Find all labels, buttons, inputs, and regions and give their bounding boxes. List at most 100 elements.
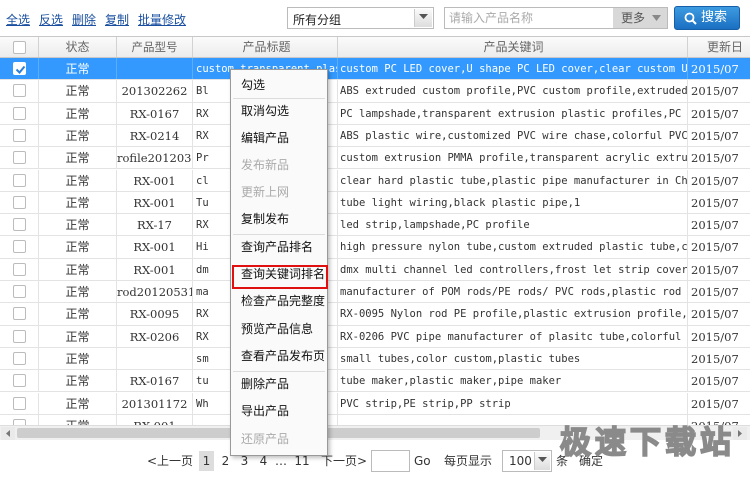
table-row[interactable]: 正常 RX-001 Hi high pressure nylon tube,custo… — [0, 236, 750, 259]
table-row[interactable]: 正常 RX-0095 RX RX-0095 Nylon rod PE profile,… — [0, 303, 750, 326]
cell-updated: 2015/07 — [688, 236, 750, 257]
row-checkbox-cell — [0, 80, 39, 102]
menu-item[interactable]: 查询关键词排名 — [231, 262, 327, 286]
per-page-select[interactable]: 100 — [502, 450, 552, 472]
table-row[interactable]: 正常rod201205311mamanufacturer of POM rods… — [0, 281, 750, 304]
row-checkbox[interactable] — [13, 240, 26, 254]
cell-model: RX-0214 — [117, 124, 193, 147]
table-row[interactable]: 正常 201301172 Wh PVC strip,PE strip,PP strip… — [0, 392, 750, 415]
horizontal-scrollbar[interactable] — [0, 425, 750, 440]
row-checkbox[interactable] — [13, 262, 26, 276]
row-checkbox[interactable] — [13, 329, 26, 343]
delete-link[interactable]: 删除 — [72, 11, 96, 28]
table-row[interactable]: 正常 RX-0167 RX PC lampshade,transparent extr… — [0, 102, 750, 125]
row-checkbox[interactable] — [13, 218, 26, 232]
table-row[interactable]: 正常 RX-0167 tu tube maker,plastic maker,pipe… — [0, 370, 750, 393]
row-checkbox-cell — [0, 58, 39, 80]
row-checkbox[interactable] — [13, 396, 26, 410]
pagination: <上一页 1 2 3 4 … 11 下一页> Go 每页显示 100 条 确定 — [0, 441, 750, 480]
menu-item[interactable]: 导出产品 — [231, 399, 327, 423]
table-row[interactable]: 正常 RX-001 dm dmx multi channel led controll… — [0, 258, 750, 281]
cell-model: 201301172 — [117, 392, 193, 414]
per-page-label: 每页显示 — [444, 454, 493, 468]
batch-edit-link[interactable]: 批量修改 — [138, 11, 186, 28]
row-checkbox[interactable] — [13, 151, 26, 165]
row-checkbox-cell — [0, 214, 39, 236]
table-row[interactable]: 正常 RX-001 Tu tube light wiring,black plasti… — [0, 191, 750, 215]
search-button-label: 搜索 — [701, 10, 728, 25]
search-button[interactable]: 搜索 — [674, 6, 740, 30]
chevron-down-icon[interactable] — [534, 452, 550, 470]
cell-status: 正常 — [39, 147, 117, 169]
cell-updated: 2015/07 — [688, 281, 750, 302]
group-select[interactable]: 所有分组 — [287, 7, 434, 29]
column-header-status[interactable]: 状态 — [39, 37, 117, 57]
row-checkbox[interactable] — [13, 307, 26, 321]
cell-status: 正常 — [39, 281, 117, 303]
cell-model: 201302262 — [117, 80, 193, 102]
row-checkbox[interactable] — [13, 195, 26, 209]
row-checkbox[interactable] — [13, 106, 26, 120]
table-row[interactable]: 正常 sm small tubes,color custom,plastic tub… — [0, 347, 750, 371]
search-box: 更多 — [444, 7, 668, 29]
invert-selection-link[interactable]: 反选 — [39, 11, 63, 28]
row-checkbox[interactable] — [13, 128, 26, 142]
row-checkbox[interactable] — [13, 173, 26, 187]
menu-item[interactable]: 检查产品完整度 — [231, 289, 327, 313]
cell-keywords: high pressure nylon tube,custom extruded… — [338, 236, 688, 258]
per-page-unit: 条 — [556, 454, 569, 468]
menu-item[interactable]: 预览产品信息 — [231, 317, 327, 341]
table-row[interactable]: 正常 201302262 Bl ABS extruded custom profile… — [0, 80, 750, 103]
more-button[interactable]: 更多 — [613, 8, 667, 28]
cell-status: 正常 — [39, 370, 117, 392]
menu-item[interactable]: 编辑产品 — [231, 126, 327, 150]
column-header-updated[interactable]: 更新日 — [688, 37, 750, 57]
chevron-down-icon[interactable] — [414, 9, 432, 27]
page-1[interactable]: 1 — [199, 451, 214, 471]
menu-item[interactable]: 勾选 — [231, 73, 327, 97]
table-row[interactable]: 正常rofile20120308Prcustom extrusion PMMA … — [0, 147, 750, 170]
cell-updated: 2015/07 — [688, 103, 750, 124]
go-button[interactable]: Go — [414, 451, 436, 471]
cell-updated: 2015/07 — [688, 303, 750, 324]
select-all-link[interactable]: 全选 — [6, 11, 30, 28]
column-header-title[interactable]: 产品标题 — [193, 37, 338, 57]
cell-status: 正常 — [39, 191, 117, 214]
prev-page-button[interactable]: <上一页 — [146, 451, 194, 471]
confirm-button[interactable]: 确定 — [579, 451, 603, 471]
cell-model: RX-0167 — [117, 370, 193, 392]
cell-status: 正常 — [39, 102, 117, 124]
cell-model — [117, 58, 193, 80]
row-checkbox[interactable] — [13, 84, 26, 98]
menu-item[interactable]: 复制发布 — [231, 207, 327, 231]
copy-link[interactable]: 复制 — [105, 11, 129, 28]
cell-model: RX-0167 — [117, 102, 193, 124]
header-checkbox[interactable] — [13, 41, 26, 54]
row-checkbox[interactable] — [13, 374, 26, 388]
menu-item: 还原产品 — [241, 432, 290, 446]
row-checkbox-cell — [0, 147, 39, 169]
table-row[interactable]: 正常 RX-0214 RX ABS plastic wire,customized P… — [0, 124, 750, 148]
row-checkbox[interactable] — [13, 351, 26, 365]
search-input[interactable] — [445, 8, 613, 28]
scroll-right-icon[interactable] — [733, 427, 747, 440]
cell-model: RX-0095 — [117, 303, 193, 325]
menu-item[interactable]: 查看产品发布页 — [231, 344, 327, 368]
column-header-keywords[interactable]: 产品关键词 — [338, 37, 688, 57]
row-checkbox[interactable] — [13, 62, 26, 75]
cell-keywords: manufacturer of POM rods/PE rods/ PVC ro… — [338, 281, 688, 303]
page-number-input[interactable] — [371, 450, 410, 472]
table-row[interactable]: 正常 RX-001 cl clear hard plastic tube,plasti… — [0, 169, 750, 192]
table-row[interactable]: 正常 RX-0206 RX RX-0206 PVC pipe manufacturer… — [0, 325, 750, 348]
table-row[interactable]: 正常 RX-17 RX led strip,lampshade,PC profile 2… — [0, 214, 750, 237]
scroll-left-icon[interactable] — [1, 427, 15, 440]
column-header-model[interactable]: 产品型号 — [117, 37, 193, 57]
row-checkbox[interactable] — [13, 285, 26, 298]
menu-item[interactable]: 取消勾选 — [231, 99, 327, 123]
cell-model: RX-001 — [117, 169, 193, 191]
table-row[interactable]: 正常custom transparent plasticcustom PC LE… — [0, 58, 750, 81]
checkmark-icon — [15, 65, 26, 74]
per-page-value: 100 — [509, 454, 532, 468]
menu-item[interactable]: 删除产品 — [231, 372, 327, 396]
menu-item[interactable]: 查询产品排名 — [231, 235, 327, 259]
